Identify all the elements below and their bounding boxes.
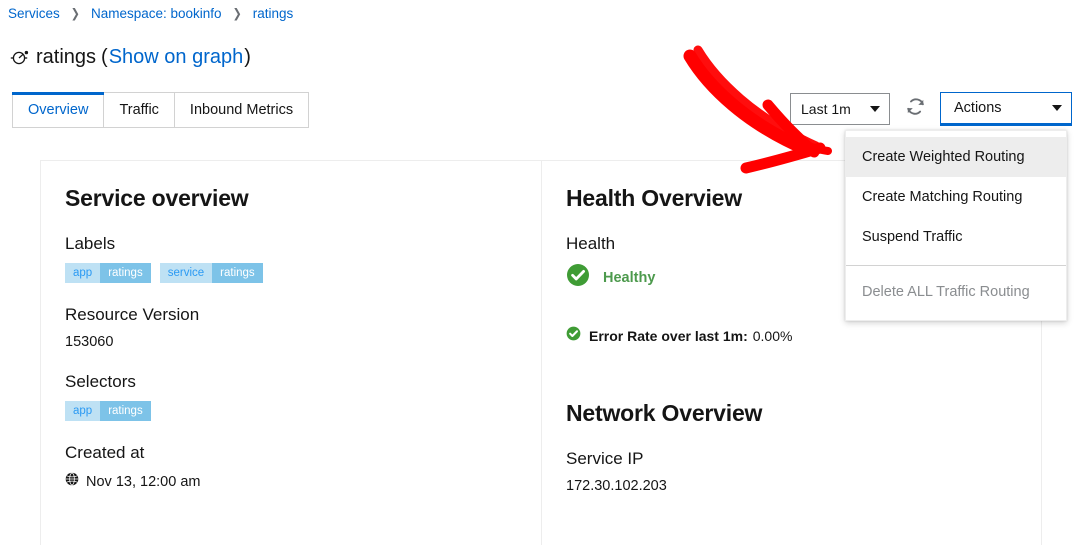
service-details-page: Services ❯ Namespace: bookinfo ❯ ratings… <box>0 0 1080 545</box>
chevron-down-icon <box>870 106 880 112</box>
health-status-text: Healthy <box>603 269 656 286</box>
service-overview-title: Service overview <box>65 185 249 211</box>
page-title-text: ratings <box>36 46 97 68</box>
selector-badge-value: ratings <box>100 401 151 421</box>
page-title: ratings ( Show on graph ) <box>10 46 251 69</box>
menu-divider <box>846 265 1066 266</box>
label-badge-key: app <box>65 263 101 283</box>
label-badge-value: ratings <box>100 263 151 283</box>
tab-overview-label: Overview <box>28 102 89 118</box>
tab-bar: Overview Traffic Inbound Metrics <box>11 92 310 128</box>
refresh-icon <box>905 96 926 122</box>
check-circle-icon <box>566 263 590 292</box>
breadcrumb-separator-icon: ❯ <box>232 7 242 21</box>
show-on-graph-link[interactable]: Show on graph <box>109 46 244 69</box>
breadcrumb-separator-icon: ❯ <box>70 7 80 21</box>
time-range-value: Last 1m <box>801 101 851 117</box>
network-overview-title: Network Overview <box>566 400 763 426</box>
toolbar: Last 1m Actions <box>790 92 1072 126</box>
menu-item-label: Suspend Traffic <box>862 229 963 245</box>
page-title-open-paren: ( <box>101 46 108 68</box>
label-badge-value: ratings <box>212 263 263 283</box>
label-badge-key: service <box>159 263 213 283</box>
tab-inbound-metrics[interactable]: Inbound Metrics <box>174 93 309 127</box>
service-ip-value: 172.30.102.203 <box>566 478 667 494</box>
tab-overview[interactable]: Overview <box>11 92 105 127</box>
selector-badge: app ratings <box>65 401 151 421</box>
menu-item-label: Create Matching Routing <box>862 189 1023 205</box>
breadcrumb-item-ratings[interactable]: ratings <box>253 6 294 21</box>
menu-item-label: Create Weighted Routing <box>862 149 1025 165</box>
chevron-down-icon <box>1052 105 1062 111</box>
service-ip-heading: Service IP <box>566 449 644 468</box>
error-rate-row: Error Rate over last 1m: 0.00% <box>566 326 1017 346</box>
tab-traffic-label: Traffic <box>119 102 159 118</box>
selectors-badge-group: app ratings <box>65 401 517 421</box>
actions-dropdown-menu: Create Weighted Routing Create Matching … <box>845 130 1067 321</box>
menu-item-label: Delete ALL Traffic Routing <box>862 284 1030 300</box>
labels-badge-group: app ratings service ratings <box>65 263 517 283</box>
check-circle-icon <box>566 326 581 346</box>
selectors-heading: Selectors <box>65 372 136 391</box>
label-badge: service ratings <box>159 263 263 283</box>
label-badge: app ratings <box>65 263 151 283</box>
globe-icon <box>65 472 79 491</box>
selector-badge-key: app <box>65 401 101 421</box>
page-title-close-paren: ) <box>244 46 251 68</box>
breadcrumb-item-namespace[interactable]: Namespace: bookinfo <box>91 6 222 21</box>
menu-item-delete-all-traffic-routing: Delete ALL Traffic Routing <box>846 272 1066 312</box>
breadcrumb-item-services[interactable]: Services <box>8 6 60 21</box>
created-at-row: Nov 13, 12:00 am <box>65 472 517 491</box>
menu-bottom-padding <box>846 312 1066 320</box>
tab-traffic[interactable]: Traffic <box>104 93 175 127</box>
service-overview-card: Service overview Labels app ratings serv… <box>41 161 542 545</box>
refresh-button[interactable] <box>898 93 932 125</box>
error-rate-value: 0.00% <box>752 328 793 344</box>
created-at-heading: Created at <box>65 443 145 462</box>
error-rate-label: Error Rate over last 1m: <box>589 328 748 344</box>
service-node-icon <box>10 48 30 68</box>
menu-item-suspend-traffic[interactable]: Suspend Traffic <box>846 217 1066 257</box>
tab-inbound-metrics-label: Inbound Metrics <box>189 102 294 118</box>
labels-heading: Labels <box>65 234 116 253</box>
resource-version-heading: Resource Version <box>65 305 200 324</box>
breadcrumb: Services ❯ Namespace: bookinfo ❯ ratings <box>8 6 293 21</box>
resource-version-value: 153060 <box>65 334 114 350</box>
actions-button-label: Actions <box>954 100 1002 116</box>
time-range-dropdown[interactable]: Last 1m <box>790 93 890 125</box>
created-at-value: Nov 13, 12:00 am <box>86 473 201 490</box>
menu-item-create-weighted-routing[interactable]: Create Weighted Routing <box>846 137 1066 177</box>
actions-button[interactable]: Actions <box>940 92 1072 126</box>
menu-item-create-matching-routing[interactable]: Create Matching Routing <box>846 177 1066 217</box>
